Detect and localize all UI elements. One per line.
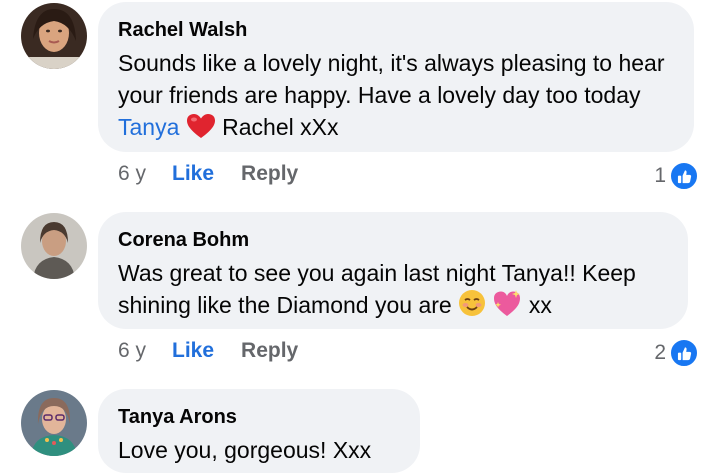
sparkling-heart-icon <box>492 289 522 325</box>
red-heart-icon <box>186 113 216 147</box>
comment-text: Sounds like a lovely night, it's always … <box>118 47 674 147</box>
reaction-count: 1 <box>654 164 666 187</box>
thumbs-up-icon <box>669 161 699 191</box>
smiling-face-icon <box>458 289 486 325</box>
like-button[interactable]: Like <box>172 161 214 187</box>
comment-age[interactable]: 6 y <box>118 338 146 364</box>
avatar[interactable] <box>21 390 87 456</box>
like-button[interactable]: Like <box>172 338 214 364</box>
comment-text: Was great to see you again last night Ta… <box>118 257 668 325</box>
comment-bubble: Corena Bohm Was great to see you again l… <box>98 212 688 329</box>
reply-button[interactable]: Reply <box>241 338 298 364</box>
avatar[interactable] <box>21 213 87 279</box>
mention-link[interactable]: Tanya <box>118 114 179 140</box>
reply-button[interactable]: Reply <box>241 161 298 187</box>
reaction-summary[interactable]: 1 <box>654 161 699 191</box>
comment-bubble: Rachel Walsh Sounds like a lovely night,… <box>98 2 694 152</box>
comment-text: Love you, gorgeous! Xxx <box>118 437 372 463</box>
comment-age[interactable]: 6 y <box>118 161 146 187</box>
comment-text-before: Sounds like a lovely night, it's always … <box>118 50 665 108</box>
comment-actions: 6 y Like Reply <box>118 161 298 187</box>
comment-author[interactable]: Rachel Walsh <box>118 17 674 43</box>
comment-author[interactable]: Tanya Arons <box>118 404 400 430</box>
comment-text-after: Rachel xXx <box>215 114 339 140</box>
comment-bubble: Tanya Arons Love you, gorgeous! Xxx <box>98 389 420 473</box>
reaction-count: 2 <box>654 341 666 364</box>
comment-text-before: Was great to see you again last night Ta… <box>118 260 636 318</box>
comment-author[interactable]: Corena Bohm <box>118 227 668 253</box>
thumbs-up-icon <box>669 338 699 368</box>
comment-text-after: xx <box>522 292 552 318</box>
reaction-summary[interactable]: 2 <box>654 338 699 368</box>
comment-actions: 6 y Like Reply <box>118 338 298 364</box>
avatar[interactable] <box>21 3 87 69</box>
